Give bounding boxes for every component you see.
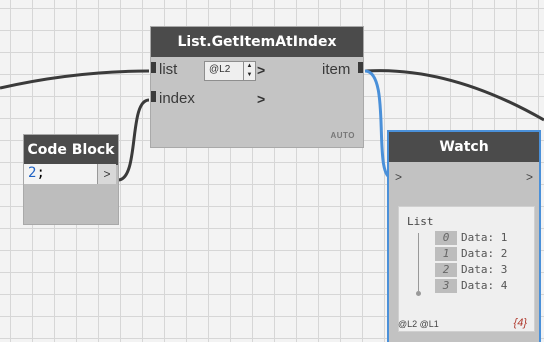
get-item-at-index-body: list @L2 ▲ ▼ > item index > AUTO [151,57,363,147]
list-item: 3 Data: 4 [435,279,507,293]
list-item-index: 3 [435,279,457,293]
watch-node[interactable]: Watch > > List 0 Data: 1 1 Data: 2 2 Data: … [389,132,539,342]
code-block-node[interactable]: Code Block 2; > [24,135,118,224]
stepper-down-icon[interactable]: ▼ [244,71,255,80]
lacing-level-value: @L2 [209,64,231,75]
item-port-marker[interactable] [358,62,363,73]
list-item-value: Data: 3 [461,263,508,276]
tree-end-dot [416,291,421,296]
tree-connector [418,233,419,291]
watch-preview-panel[interactable]: List 0 Data: 1 1 Data: 2 2 Data: 3 3 Data: 4 [398,206,535,332]
item-port-label: item [322,61,351,78]
list-port-chevron-icon[interactable]: > [257,62,265,78]
index-port-marker[interactable] [151,91,156,102]
code-block-semicolon: ; [36,165,45,181]
watch-output-port[interactable]: > [526,170,533,184]
wire-item-to-watch[interactable] [364,69,393,180]
get-item-at-index-title[interactable]: List.GetItemAtIndex [151,27,363,57]
list-item-index: 2 [435,263,457,277]
watch-title[interactable]: Watch [389,132,539,162]
list-port-label: list [159,61,178,78]
lacing-stepper[interactable]: ▲ ▼ [243,62,255,80]
list-item-index: 0 [435,231,457,245]
watch-input-port[interactable]: > [395,170,402,184]
code-block-output-port[interactable]: > [97,164,116,184]
list-port-marker[interactable] [151,62,156,73]
list-item: 2 Data: 3 [435,263,507,277]
run-mode-label: AUTO [330,131,355,140]
list-item-index: 1 [435,247,457,261]
code-block-text[interactable]: 2; [28,165,45,181]
list-item-value: Data: 1 [461,231,508,244]
wire-codeblock-to-index[interactable] [117,98,150,182]
get-item-at-index-node[interactable]: List.GetItemAtIndex list @L2 ▲ ▼ > item … [151,27,363,147]
list-item: 1 Data: 2 [435,247,507,261]
lacing-level-selector[interactable]: @L2 ▲ ▼ [204,61,256,81]
list-item: 0 Data: 1 [435,231,507,245]
index-port-label: index [159,90,195,107]
list-item-value: Data: 2 [461,247,508,260]
list-item-value: Data: 4 [461,279,508,292]
watch-port-bar: > > [389,162,539,192]
wire-list-input[interactable] [0,69,150,90]
watch-item-count: {4} [513,317,527,329]
stepper-up-icon[interactable]: ▲ [244,62,255,71]
index-port-chevron-icon[interactable]: > [257,91,265,107]
watch-list-label: List [407,215,434,228]
watch-body: > > List 0 Data: 1 1 Data: 2 2 Data: 3 3 Dat… [389,162,539,342]
code-block-title[interactable]: Code Block [24,135,118,165]
wire-item-output-right[interactable] [364,69,544,122]
